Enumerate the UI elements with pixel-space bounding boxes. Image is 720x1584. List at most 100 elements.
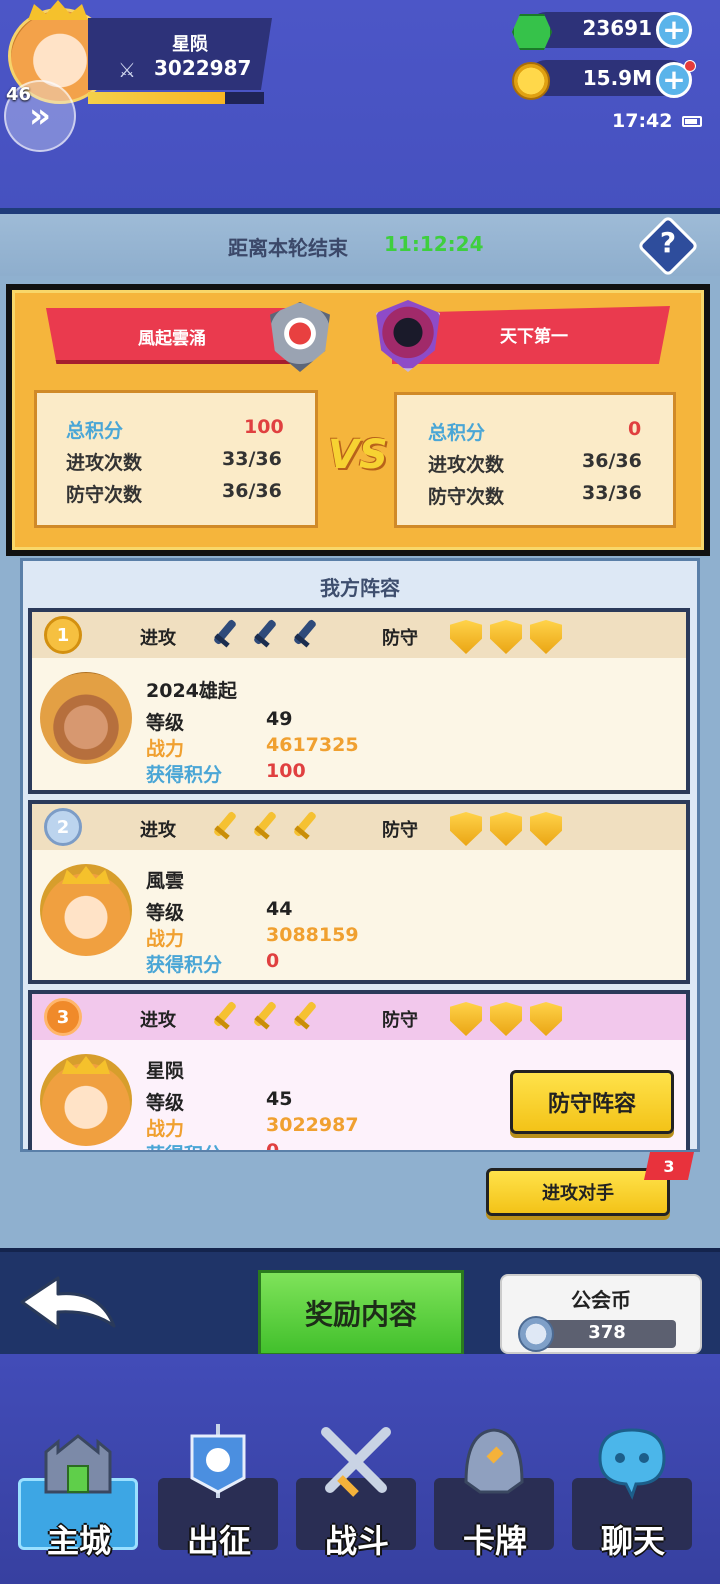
points-label: 获得积分 (146, 764, 223, 786)
right-score: 0 (628, 418, 642, 440)
sword-icon (208, 1002, 240, 1034)
plus-icon: + (662, 13, 686, 46)
member-card-header (32, 612, 686, 658)
left-score-label: 总积分 (66, 420, 124, 442)
sword-icon (248, 620, 280, 652)
member-card-header (32, 994, 686, 1040)
rank-badge: 2 (44, 808, 82, 846)
right-guild-name: 天下第一 (500, 327, 568, 347)
power-label: 战力 (146, 738, 185, 760)
member-power: 4617325 (266, 734, 359, 756)
reward-content-button[interactable]: 奖励内容 (258, 1270, 464, 1356)
left-defense-count: 36/36 (222, 480, 282, 502)
nav-item-cards[interactable]: 卡牌 (428, 1416, 554, 1566)
back-button[interactable] (18, 1272, 118, 1336)
defense-lineup-button[interactable]: 防守阵容 (510, 1070, 674, 1134)
level-label: 等级 (146, 712, 185, 734)
power-label: 战力 (146, 1118, 185, 1140)
member-card[interactable]: 1 进攻 防守 2024雄起 等级 49 战力 4617325 获得积分 100 (28, 608, 690, 794)
power-label: 战力 (146, 928, 185, 950)
notification-dot (684, 60, 696, 72)
sword-icon (288, 1002, 320, 1034)
helmet-icon (464, 1428, 524, 1494)
rank-badge: 3 (44, 998, 82, 1036)
nav-label: 战斗 (324, 1522, 389, 1560)
sword-icon (288, 620, 320, 652)
member-power: 3088159 (266, 924, 359, 946)
nav-label: 卡牌 (462, 1522, 527, 1560)
guild-coin-value: 378 (588, 1322, 626, 1343)
player-power: 3022987 (154, 56, 252, 80)
attack-label: 进攻 (140, 628, 176, 649)
battery-icon (682, 116, 702, 127)
right-attack-count: 36/36 (582, 450, 642, 472)
rank-badge: 1 (44, 616, 82, 654)
left-defense-label: 防守次数 (66, 484, 143, 506)
add-gems-button[interactable]: + (656, 12, 692, 48)
player-level: 46 (6, 84, 32, 105)
gem-value: 23691 (582, 16, 652, 40)
attack-label: 进攻 (140, 820, 176, 841)
nav-item-expedition[interactable]: 出征 (152, 1416, 278, 1566)
vs-label: VS (328, 432, 388, 478)
castle-icon (44, 1434, 112, 1494)
lineup-title: 我方阵容 (320, 576, 400, 600)
member-card[interactable]: 2 进攻 防守 風雲 等级 44 战力 3088159 获得积分 0 (28, 800, 690, 984)
sword-icon (248, 1002, 280, 1034)
nav-item-chat[interactable]: 聊天 (566, 1416, 692, 1566)
right-defense-label: 防守次数 (428, 486, 505, 508)
nav-label: 出征 (186, 1522, 251, 1560)
attack-opponent-button[interactable]: 进攻对手 (486, 1168, 670, 1216)
nav-label: 主城 (46, 1522, 111, 1560)
nav-label: 聊天 (600, 1522, 665, 1560)
exp-bar-fill (88, 92, 226, 104)
chat-bubble-icon (598, 1428, 666, 1500)
plus-icon: + (662, 63, 686, 96)
level-label: 等级 (146, 1092, 185, 1114)
member-points: 0 (266, 1140, 279, 1150)
member-card-header (32, 804, 686, 850)
crown-icon (28, 0, 88, 20)
defense-label: 防守 (382, 820, 418, 841)
left-guild-name: 風起雲涌 (138, 329, 206, 349)
coin-value: 15.9M (582, 66, 652, 90)
member-points: 0 (266, 950, 280, 972)
member-level: 44 (266, 898, 293, 920)
coin-icon (512, 62, 550, 100)
nav-item-main-city[interactable]: 主城 (12, 1416, 138, 1566)
member-points: 100 (266, 760, 306, 782)
clock: 17:42 (612, 110, 673, 132)
gem-icon (512, 14, 552, 50)
left-attack-count: 33/36 (222, 448, 282, 470)
left-score: 100 (244, 416, 284, 438)
member-name: 2024雄起 (146, 680, 237, 702)
banner-icon (190, 1424, 246, 1498)
right-attack-label: 进攻次数 (428, 454, 505, 476)
lion-hero-avatar (40, 672, 132, 764)
defense-label: 防守 (382, 628, 418, 649)
member-power: 3022987 (266, 1114, 359, 1136)
round-timer-label: 距离本轮结束 (228, 236, 348, 260)
round-timer-bar (0, 214, 720, 276)
member-level: 45 (266, 1088, 293, 1110)
double-chevron-right-icon: » (29, 96, 51, 136)
sword-icon (208, 812, 240, 844)
sword-icon (248, 812, 280, 844)
member-card-self[interactable]: 3 进攻 防守 星陨 等级 45 战力 3022987 获得积分 0 防守阵容 (28, 990, 690, 1150)
defense-label: 防守 (382, 1010, 418, 1031)
question-mark-icon[interactable]: ? (646, 226, 690, 266)
attack-label: 进攻 (140, 1010, 176, 1031)
nav-item-battle[interactable]: 战斗 (290, 1416, 416, 1566)
right-score-label: 总积分 (428, 422, 486, 444)
crossed-swords-icon: ⚔ (118, 58, 136, 82)
attack-count-badge: 3 (644, 1152, 694, 1180)
left-attack-label: 进攻次数 (66, 452, 143, 474)
member-name: 風雲 (146, 870, 185, 892)
right-defense-count: 33/36 (582, 482, 642, 504)
round-timer: 11:12:24 (384, 232, 484, 256)
guild-coin-title: 公会币 (571, 1288, 631, 1312)
points-label: 获得积分 (146, 954, 223, 976)
member-level: 49 (266, 708, 293, 730)
sword-icon (288, 812, 320, 844)
player-name: 星陨 (172, 34, 208, 55)
